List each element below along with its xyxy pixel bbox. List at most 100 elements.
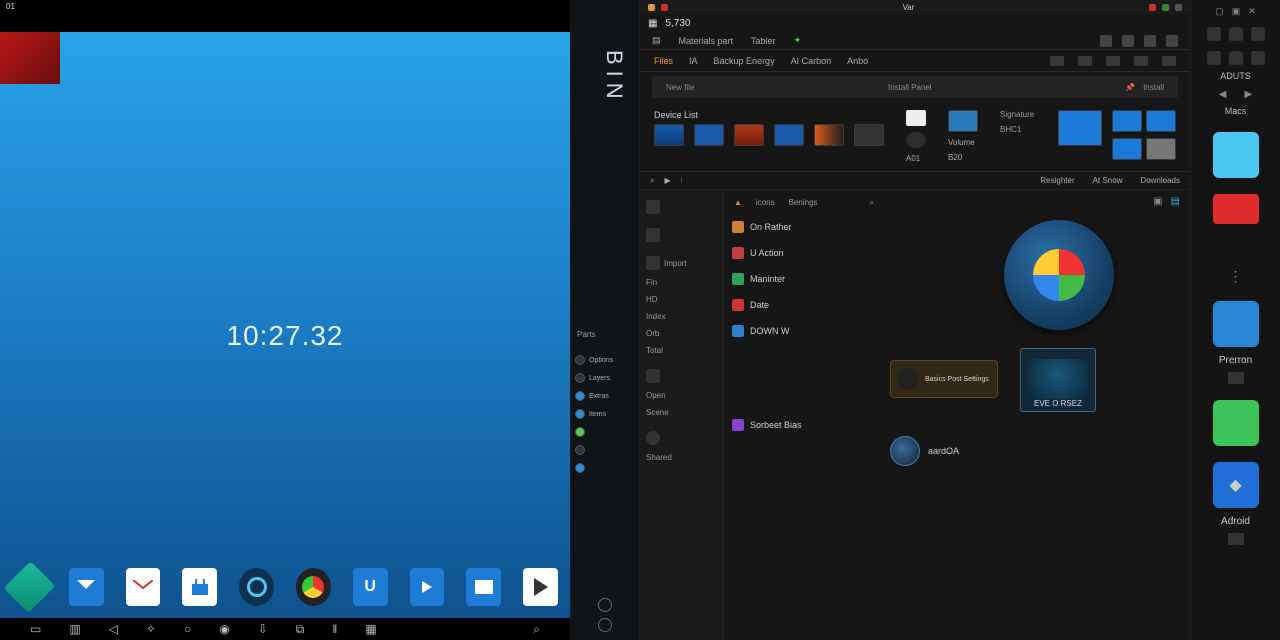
dock-app-u[interactable]: U bbox=[353, 568, 388, 606]
mid-item[interactable]: Items bbox=[575, 409, 635, 419]
thumb[interactable] bbox=[948, 110, 978, 132]
rail-icon[interactable] bbox=[1207, 27, 1221, 41]
thumb[interactable] bbox=[814, 124, 844, 146]
tile-share[interactable]: ◆ bbox=[1213, 462, 1259, 508]
search-icon[interactable]: ⌕ bbox=[870, 198, 874, 208]
nav-down-icon[interactable]: ⇩ bbox=[258, 622, 268, 636]
path-right[interactable]: Install bbox=[1143, 83, 1164, 92]
badge-eve[interactable]: EVE O RSEZ bbox=[1020, 348, 1096, 412]
mid-item[interactable]: Options bbox=[575, 355, 635, 365]
dock-app-2[interactable] bbox=[69, 568, 104, 606]
tile-dashboard[interactable] bbox=[1213, 132, 1259, 178]
nav-pause-icon[interactable]: ‖ bbox=[332, 622, 337, 636]
side-item[interactable]: Total bbox=[646, 344, 717, 357]
menu-tool-icon[interactable] bbox=[1100, 35, 1112, 47]
rail-icon[interactable] bbox=[1251, 51, 1265, 65]
list-item[interactable]: Date bbox=[730, 296, 878, 314]
list-item[interactable]: U Action bbox=[730, 244, 878, 262]
menu-tool-icon[interactable] bbox=[1144, 35, 1156, 47]
search-icon[interactable]: ⌕ bbox=[650, 176, 654, 186]
menu-person-icon[interactable]: ✦ bbox=[794, 35, 802, 46]
tool-icon[interactable] bbox=[1050, 56, 1064, 66]
side-item[interactable]: Import bbox=[646, 254, 717, 272]
dock-browser-a[interactable] bbox=[239, 568, 274, 606]
tile-settings[interactable] bbox=[1213, 301, 1259, 347]
list-item[interactable]: Maninter bbox=[730, 270, 878, 288]
nav-compass-icon[interactable]: ✧ bbox=[146, 622, 156, 636]
rail-small[interactable] bbox=[1228, 533, 1244, 545]
expand-icon[interactable]: ▣ bbox=[1153, 196, 1162, 207]
tab[interactable]: icons bbox=[756, 198, 775, 208]
list-item[interactable]: DOWN W bbox=[730, 322, 878, 340]
avatar[interactable] bbox=[890, 436, 920, 466]
tab-backup[interactable]: Backup Energy bbox=[714, 56, 775, 66]
dock-video[interactable] bbox=[410, 568, 445, 606]
tool-icon[interactable] bbox=[1106, 56, 1120, 66]
nav-voice-icon[interactable]: ◉ bbox=[219, 622, 229, 636]
nav-search-icon[interactable]: ⌕ bbox=[533, 622, 540, 637]
panel-icon[interactable]: ▤ bbox=[1171, 196, 1180, 207]
menu-tool-icon[interactable] bbox=[1166, 35, 1178, 47]
dock-store[interactable] bbox=[182, 568, 217, 606]
menu-item[interactable]: Tabler bbox=[751, 36, 776, 46]
tab-files[interactable]: Files bbox=[654, 56, 673, 66]
list-item[interactable]: Sorbeet Bias bbox=[730, 416, 878, 434]
tab[interactable]: Benings bbox=[789, 198, 818, 208]
mid-item[interactable] bbox=[575, 445, 635, 455]
nav-back-icon[interactable]: ◁ bbox=[109, 622, 118, 636]
side-item[interactable] bbox=[646, 198, 717, 216]
rail-small[interactable] bbox=[1228, 372, 1244, 384]
rail-close-icon[interactable]: ✕ bbox=[1248, 6, 1256, 17]
tool-icon[interactable] bbox=[1162, 56, 1176, 66]
rail-min-icon[interactable]: ▢ bbox=[1215, 6, 1224, 17]
rail-icon[interactable] bbox=[1229, 27, 1243, 41]
mid-item[interactable] bbox=[575, 463, 635, 473]
tool-icon[interactable] bbox=[1134, 56, 1148, 66]
dock-play[interactable] bbox=[523, 568, 558, 606]
subbar-link[interactable]: Resighter bbox=[1040, 176, 1074, 185]
tab-ia[interactable]: IA bbox=[689, 56, 698, 66]
side-item[interactable] bbox=[646, 367, 717, 385]
up-icon[interactable] bbox=[906, 110, 926, 126]
rail-max-icon[interactable]: ▣ bbox=[1232, 6, 1241, 17]
mid-item[interactable] bbox=[575, 427, 635, 437]
mid-dot-icon[interactable] bbox=[598, 598, 612, 612]
side-item[interactable] bbox=[646, 429, 717, 447]
nav-tasks-icon[interactable]: ▥ bbox=[69, 622, 80, 636]
preview-big[interactable] bbox=[1058, 110, 1102, 146]
info-icon[interactable]: i bbox=[681, 176, 683, 186]
tab-icons[interactable]: ▲ bbox=[734, 198, 742, 208]
thumb[interactable] bbox=[694, 124, 724, 146]
tile-docs[interactable] bbox=[1213, 194, 1259, 224]
close-icon[interactable] bbox=[1149, 4, 1156, 11]
min-icon[interactable] bbox=[648, 4, 655, 11]
play-icon[interactable]: ▶ bbox=[664, 176, 670, 186]
side-item[interactable]: Index bbox=[646, 310, 717, 323]
tool-icon[interactable] bbox=[1078, 56, 1092, 66]
subbar-link[interactable]: Downloads bbox=[1140, 176, 1180, 185]
tab-carbon[interactable]: AI Carbon bbox=[791, 56, 832, 66]
side-item[interactable]: Open bbox=[646, 389, 717, 402]
list-item[interactable]: On Rather bbox=[730, 218, 878, 236]
tab-anbo[interactable]: Anbo bbox=[847, 56, 868, 66]
nav-menu-icon[interactable]: ▭ bbox=[30, 622, 41, 636]
pin-icon[interactable]: 📌 bbox=[1125, 83, 1135, 92]
nav-link-icon[interactable]: ⧉ bbox=[296, 622, 305, 637]
thumb[interactable] bbox=[654, 124, 684, 146]
thumb[interactable] bbox=[854, 124, 884, 146]
side-item[interactable]: Shared bbox=[646, 451, 717, 464]
nav-home-icon[interactable]: ○ bbox=[184, 622, 191, 636]
rail-icon[interactable] bbox=[1229, 51, 1243, 65]
red-widget[interactable] bbox=[0, 32, 60, 84]
dock-app-1[interactable] bbox=[4, 561, 55, 612]
thumb[interactable] bbox=[734, 124, 764, 146]
mid-item[interactable]: Extras bbox=[575, 391, 635, 401]
prev-icon[interactable]: ◀ bbox=[1219, 89, 1227, 100]
dot-icon[interactable] bbox=[1175, 4, 1182, 11]
mid-item[interactable]: Layers bbox=[575, 373, 635, 383]
next-icon[interactable]: ▶ bbox=[1245, 89, 1253, 100]
menu-icon[interactable]: ▤ bbox=[652, 35, 661, 46]
subbar-link[interactable]: At Snow bbox=[1093, 176, 1123, 185]
rail-icon[interactable] bbox=[1207, 51, 1221, 65]
menu-tool-icon[interactable] bbox=[1122, 35, 1134, 47]
